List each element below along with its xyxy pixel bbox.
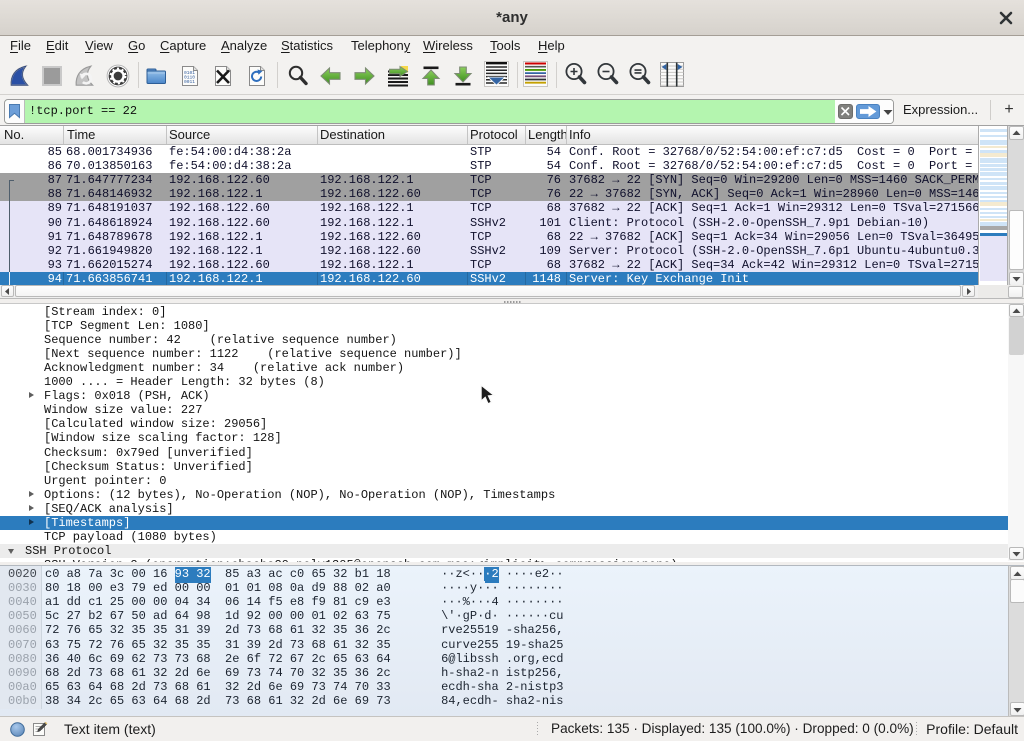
svg-text:0011: 0011 (184, 79, 195, 85)
